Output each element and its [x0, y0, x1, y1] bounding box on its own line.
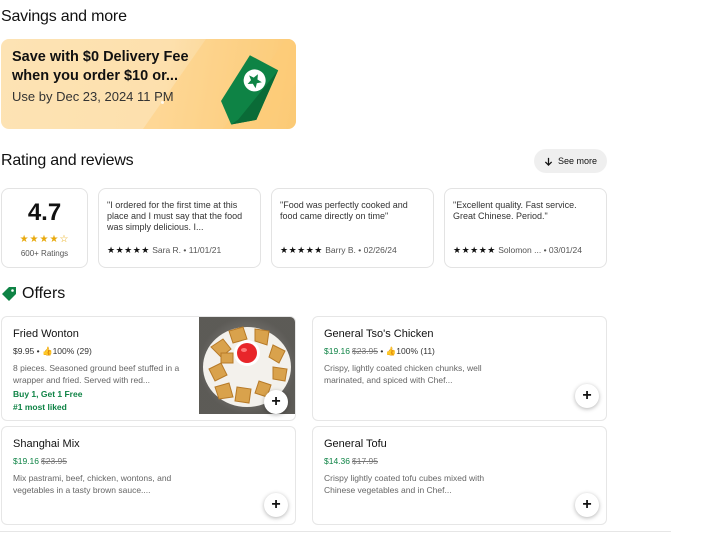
rating-count: 600+ Ratings: [20, 249, 69, 258]
item-price-row: $14.36 $17.95: [324, 456, 378, 466]
menu-item-card[interactable]: General Tso's Chicken $19.16 $23.95 • 👍10…: [312, 316, 607, 421]
item-price: $19.16: [13, 456, 39, 466]
item-name: General Tso's Chicken: [324, 328, 434, 340]
divider: [0, 531, 671, 532]
savings-heading: Savings and more: [1, 8, 127, 25]
item-old-price: $23.95: [352, 346, 378, 356]
add-item-button[interactable]: +: [575, 384, 599, 408]
menu-item-card[interactable]: Fried Wonton $9.95 • 👍100% (29) 8 pieces…: [1, 316, 296, 421]
item-description: 8 pieces. Seasoned ground beef stuffed i…: [13, 363, 180, 385]
item-badge: #1 most liked: [13, 402, 67, 412]
review-text: "Food was perfectly cooked and food came…: [280, 200, 408, 221]
promo-title: Save with $0 Delivery Fee when you order…: [12, 49, 189, 84]
see-more-label: See more: [557, 156, 598, 166]
item-old-price: $23.95: [41, 456, 67, 466]
review-card[interactable]: "Excellent quality. Fast service. Great …: [444, 188, 607, 268]
review-stars: ★★★★★: [453, 245, 496, 255]
rating-summary: 4.7 ★★★★☆ 600+ Ratings: [1, 188, 88, 268]
review-text: "Excellent quality. Fast service. Great …: [453, 200, 577, 221]
see-more-button[interactable]: See more: [534, 149, 607, 173]
review-stars: ★★★★★: [107, 245, 150, 255]
review-card[interactable]: "I ordered for the first time at this pl…: [98, 188, 261, 268]
item-price-row: $19.16 $23.95 • 👍100% (11): [324, 346, 435, 356]
item-price: $19.16: [324, 346, 350, 356]
review-author-date: Barry B. • 02/26/24: [325, 245, 397, 255]
item-price: $14.36: [324, 456, 350, 466]
item-name: Fried Wonton: [13, 328, 79, 340]
review-author-date: Sara R. • 11/01/21: [152, 245, 222, 255]
item-promo: Buy 1, Get 1 Free: [13, 389, 83, 399]
review-meta: ★★★★★ Solomon ... • 03/01/24: [453, 245, 582, 256]
add-item-button[interactable]: +: [264, 390, 288, 414]
add-item-button[interactable]: +: [575, 493, 599, 517]
add-item-button[interactable]: +: [264, 493, 288, 517]
item-old-price: $17.95: [352, 456, 378, 466]
item-name: General Tofu: [324, 438, 387, 450]
tag-icon: [2, 287, 16, 301]
review-meta: ★★★★★ Sara R. • 11/01/21: [107, 245, 221, 256]
review-card[interactable]: "Food was perfectly cooked and food came…: [271, 188, 434, 268]
item-price-row: $9.95 • 👍100% (29): [13, 346, 92, 356]
item-rating: 100% (29): [52, 346, 92, 356]
promo-expiry: Use by Dec 23, 2024 11 PM: [12, 89, 174, 104]
item-price-row: $19.16 $23.95: [13, 456, 67, 466]
review-stars: ★★★★★: [280, 245, 323, 255]
offers-heading-label: Offers: [22, 285, 66, 302]
item-price: $9.95: [13, 346, 35, 356]
item-description: Crispy, lightly coated chicken chunks, w…: [324, 363, 482, 385]
rating-score: 4.7: [27, 199, 62, 226]
thumbs-up-icon: 👍: [385, 346, 397, 356]
price-tag-icon: [221, 55, 279, 125]
offers-heading: Offers: [1, 285, 65, 303]
item-name: Shanghai Mix: [13, 438, 80, 450]
review-author-date: Solomon ... • 03/01/24: [498, 245, 582, 255]
thumbs-up-icon: 👍: [41, 346, 53, 356]
menu-item-card[interactable]: Shanghai Mix $19.16 $23.95 Mix pastrami, …: [1, 426, 296, 525]
ratings-heading: Rating and reviews: [1, 152, 134, 169]
review-meta: ★★★★★ Barry B. • 02/26/24: [280, 245, 397, 256]
item-description: Mix pastrami, beef, chicken, wontons, an…: [13, 473, 172, 495]
item-rating: 100% (11): [396, 346, 435, 356]
delivery-fee-promo-card[interactable]: Save with $0 Delivery Fee when you order…: [1, 39, 296, 129]
arrow-down-icon: [544, 157, 553, 166]
rating-stars: ★★★★☆: [19, 234, 70, 245]
item-description: Crispy lightly coated tofu cubes mixed w…: [324, 473, 485, 495]
menu-item-card[interactable]: General Tofu $14.36 $17.95 Crispy lightly…: [312, 426, 607, 525]
review-text: "I ordered for the first time at this pl…: [107, 200, 243, 232]
